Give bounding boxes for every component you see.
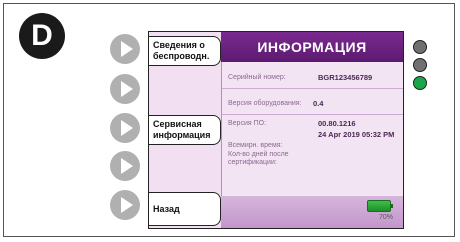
- serial-value: BGR123456789: [318, 73, 373, 82]
- back-label: Назад: [153, 204, 180, 214]
- side-arrow-button-4[interactable]: [110, 151, 140, 181]
- play-arrow-icon: [120, 120, 133, 136]
- service-info-label: Сервисная информация: [153, 119, 211, 140]
- play-arrow-icon: [120, 158, 133, 174]
- time-label: Всемирн. время:: [228, 142, 283, 149]
- side-arrow-button-1[interactable]: [110, 34, 140, 64]
- status-bar: 70%: [221, 196, 403, 228]
- info-panel: Серийный номер: BGR123456789 Версия обор…: [221, 62, 403, 196]
- side-arrow-button-2[interactable]: [110, 74, 140, 104]
- battery-icon: [367, 200, 393, 212]
- divider: [222, 114, 403, 115]
- page-title: ИНФОРМАЦИЯ: [221, 32, 403, 62]
- hardware-value: 0.4: [313, 99, 324, 108]
- wireless-info-label: Сведения о беспроводн.: [153, 40, 210, 61]
- side-arrow-button-3[interactable]: [110, 113, 140, 143]
- battery-percent: 70%: [378, 214, 393, 221]
- side-arrow-button-5[interactable]: [110, 190, 140, 220]
- serial-label: Серийный номер:: [228, 74, 286, 81]
- step-badge: D: [19, 13, 65, 59]
- device-screen: Сведения о беспроводн. Сервисная информа…: [148, 31, 404, 229]
- divider: [222, 88, 403, 89]
- play-arrow-icon: [120, 41, 133, 57]
- hardware-label: Версия оборудования:: [228, 100, 302, 107]
- wireless-info-button[interactable]: Сведения о беспроводн.: [149, 36, 221, 66]
- software-value: 00.80.1216: [318, 119, 356, 128]
- play-arrow-icon: [120, 81, 133, 97]
- software-label: Версия ПО:: [228, 120, 267, 127]
- play-arrow-icon: [120, 197, 133, 213]
- back-button[interactable]: Назад: [149, 192, 221, 226]
- status-led-3: [413, 76, 427, 90]
- days-since-cert-label: Кол-во дней после сертификации:: [228, 151, 289, 166]
- service-info-button[interactable]: Сервисная информация: [149, 115, 221, 145]
- status-led-1: [413, 40, 427, 54]
- status-led-2: [413, 58, 427, 72]
- time-value: 24 Apr 2019 05:32 PM: [318, 130, 395, 139]
